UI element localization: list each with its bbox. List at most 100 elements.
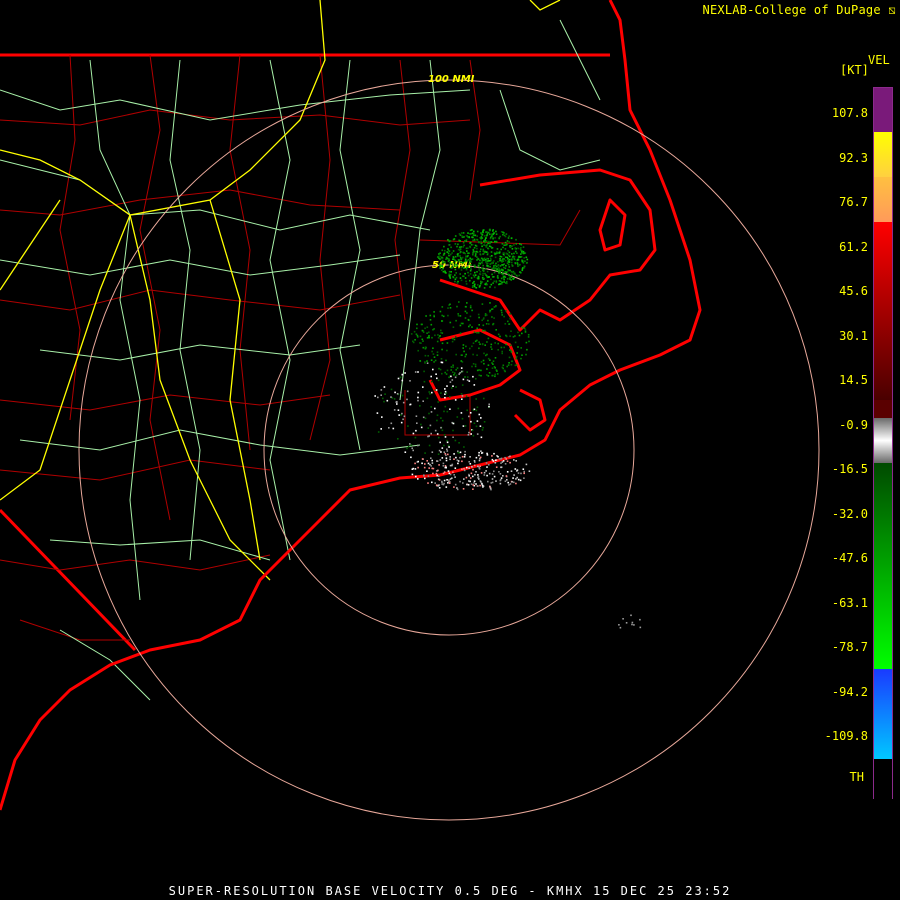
echo-pixel (524, 260, 526, 262)
echo-pixel (462, 347, 464, 349)
echo-pixel (409, 380, 411, 382)
echo-pixel (436, 340, 439, 343)
echo-pixel (503, 315, 505, 318)
echo-pixel (444, 390, 447, 393)
echo-pixel (459, 273, 461, 275)
echo-pixel (485, 246, 487, 248)
echo-pixel (458, 246, 461, 248)
echo-pixel (431, 451, 434, 453)
echo-pixel (416, 422, 418, 424)
echo-pixel (433, 315, 435, 318)
echo-pixel (444, 388, 446, 390)
echo-pixel (415, 429, 417, 432)
echo-pixel (502, 271, 504, 273)
echo-pixel (463, 244, 465, 247)
echo-pixel (483, 287, 486, 289)
echo-pixel (427, 355, 429, 357)
echo-pixel (508, 261, 511, 263)
echo-pixel (497, 266, 500, 269)
echo-pixel (474, 253, 477, 256)
echo-pixel (437, 436, 440, 439)
legend-tick-label: -94.2 (831, 684, 868, 699)
echo-pixel (448, 446, 450, 448)
echo-pixel (471, 326, 473, 328)
echo-pixel (421, 329, 424, 332)
radar-map: 100 NMI 50 NMI (0, 0, 820, 821)
echo-pixel (478, 413, 481, 416)
echo-pixel (473, 239, 476, 242)
echo-pixel (491, 478, 494, 480)
echo-pixel (481, 303, 484, 305)
echo-pixel (427, 475, 430, 477)
echo-pixel (452, 250, 455, 252)
echo-pixel (499, 283, 501, 285)
echo-pixel (511, 273, 513, 276)
echo-pixel (465, 283, 468, 285)
echo-pixel (513, 252, 515, 255)
echo-pixel (484, 268, 486, 271)
echo-pixel (460, 246, 463, 248)
echo-pixel (467, 266, 469, 268)
echo-pixel (477, 331, 480, 334)
echo-pixel (514, 273, 516, 275)
echo-pixel (514, 247, 517, 249)
echo-pixel (428, 336, 430, 339)
echo-pixel (490, 488, 492, 491)
echo-pixel (450, 271, 452, 273)
echo-pixel (461, 398, 463, 400)
echo-pixel (479, 259, 481, 262)
echo-pixel (482, 250, 485, 252)
echo-pixel (461, 354, 463, 356)
echo-pixel (515, 243, 518, 245)
echo-pixel (471, 365, 473, 368)
echo-pixel (430, 375, 432, 378)
echo-pixel (457, 259, 460, 261)
echo-pixel (494, 264, 496, 267)
echo-pixel (431, 459, 433, 462)
echo-pixel (462, 251, 464, 254)
echo-pixel (458, 267, 460, 270)
echo-pixel (447, 314, 449, 317)
echo-pixel (445, 466, 447, 469)
echo-pixel (440, 329, 442, 332)
echo-pixel (503, 244, 505, 246)
echo-pixel (486, 265, 488, 267)
echo-pixel (439, 441, 441, 444)
echo-pixel (493, 268, 496, 270)
echo-pixel (441, 320, 443, 322)
echo-pixel (486, 257, 488, 260)
echo-pixel (497, 455, 499, 458)
echo-pixel (504, 241, 507, 244)
echo-pixel (433, 311, 435, 313)
echo-pixel (436, 377, 438, 380)
echo-pixel (417, 349, 419, 352)
echo-pixel (466, 376, 469, 378)
echo-pixel (471, 229, 473, 231)
echo-pixel (396, 393, 399, 395)
echo-pixel (437, 334, 439, 336)
echo-pixel (461, 468, 463, 470)
echo-pixel (480, 417, 482, 419)
echo-pixel (472, 248, 475, 251)
echo-pixel (475, 483, 477, 485)
echo-pixel (525, 463, 528, 466)
echo-pixel (432, 368, 434, 371)
echo-pixel (490, 482, 493, 484)
echo-pixel (420, 423, 422, 426)
echo-pixel (491, 455, 493, 457)
product-title: SUPER-RESOLUTION BASE VELOCITY 0.5 DEG -… (168, 884, 732, 898)
echo-pixel (509, 344, 512, 347)
echo-pixel (446, 369, 449, 372)
echo-pixel (491, 273, 493, 276)
echo-pixel (479, 465, 481, 468)
echo-pixel (506, 479, 508, 481)
echo-pixel (430, 457, 432, 459)
echo-pixel (449, 396, 451, 398)
echo-pixel (411, 447, 413, 450)
echo-pixel (519, 256, 522, 258)
echo-pixel (446, 410, 449, 413)
echo-pixel (505, 310, 507, 312)
echo-pixel (424, 346, 427, 348)
echo-pixel (441, 447, 444, 449)
echo-pixel (494, 237, 496, 239)
